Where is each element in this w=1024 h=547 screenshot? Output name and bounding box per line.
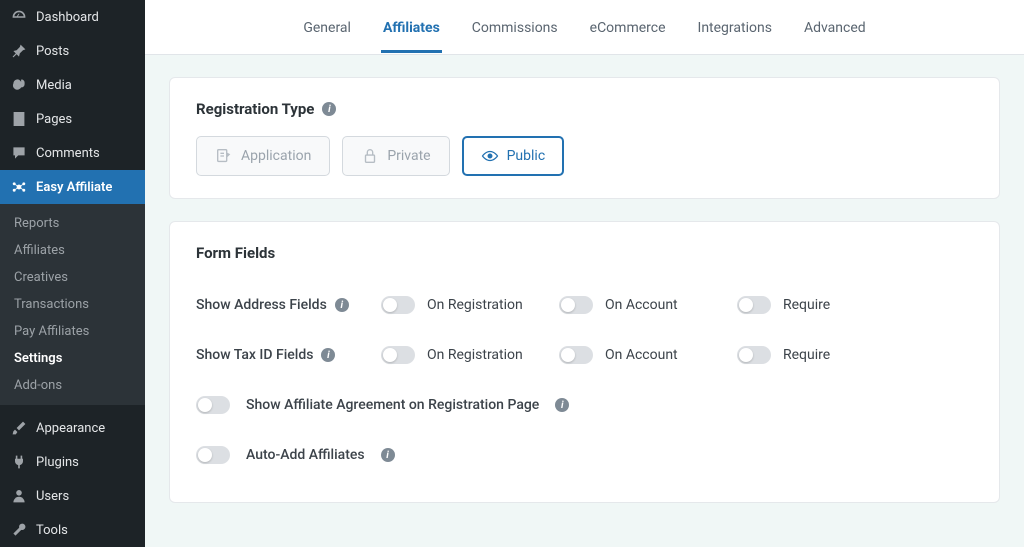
field-row: Auto-Add Affiliates i [196, 430, 973, 480]
sidebar-item-posts[interactable]: Posts [0, 34, 145, 68]
toggle-label: On Account [605, 297, 678, 313]
toggle-switch[interactable] [196, 446, 230, 464]
sidebar-subitem-reports[interactable]: Reports [0, 210, 145, 237]
toggle-switch[interactable] [196, 396, 230, 414]
panel-title: Registration Type [196, 100, 314, 118]
pin-icon [10, 42, 28, 60]
info-icon[interactable]: i [321, 348, 335, 362]
sidebar-item-pages[interactable]: Pages [0, 102, 145, 136]
sidebar-label: Dashboard [36, 10, 99, 25]
sidebar-item-appearance[interactable]: Appearance [0, 411, 145, 445]
plug-icon [10, 453, 28, 471]
sidebar-label: Users [36, 489, 69, 504]
toggle-group: On Account [559, 296, 709, 314]
lock-icon [361, 147, 379, 165]
toggle-switch[interactable] [381, 296, 415, 314]
tab-integrations[interactable]: Integrations [696, 2, 774, 53]
toggle-label: On Registration [427, 297, 523, 313]
toggle-group: On Registration [381, 296, 531, 314]
reg-option-private[interactable]: Private [342, 136, 449, 176]
toggle-label: On Account [605, 347, 678, 363]
sidebar-item-plugins[interactable]: Plugins [0, 445, 145, 479]
toggle-switch[interactable] [381, 346, 415, 364]
field-label: Show Affiliate Agreement on Registration… [246, 397, 539, 413]
sidebar-label: Pages [36, 112, 72, 127]
sidebar-item-media[interactable]: Media [0, 68, 145, 102]
toggle-switch[interactable] [737, 346, 771, 364]
sidebar-item-dashboard[interactable]: Dashboard [0, 0, 145, 34]
application-icon [215, 147, 233, 165]
reg-option-label: Application [241, 148, 311, 164]
tab-affiliates[interactable]: Affiliates [381, 2, 442, 53]
sidebar-subitem-creatives[interactable]: Creatives [0, 264, 145, 291]
sidebar-label: Easy Affiliate [36, 180, 112, 195]
sidebar-subitem-add-ons[interactable]: Add-ons [0, 372, 145, 399]
toggle-group: On Registration [381, 346, 531, 364]
sidebar-label: Media [36, 78, 72, 93]
reg-option-public[interactable]: Public [462, 136, 565, 176]
user-icon [10, 487, 28, 505]
sidebar-item-easy-affiliate[interactable]: Easy Affiliate [0, 170, 145, 204]
info-icon[interactable]: i [335, 298, 349, 312]
affiliate-icon [10, 178, 28, 196]
tab-general[interactable]: General [301, 2, 353, 53]
sidebar-submenu: ReportsAffiliatesCreativesTransactionsPa… [0, 204, 145, 405]
info-icon[interactable]: i [381, 448, 395, 462]
tab-commissions[interactable]: Commissions [470, 2, 560, 53]
toggle-group: On Account [559, 346, 709, 364]
tab-ecommerce[interactable]: eCommerce [588, 2, 668, 53]
field-row: Show Affiliate Agreement on Registration… [196, 380, 973, 430]
reg-option-label: Public [507, 148, 546, 164]
reg-option-label: Private [387, 148, 430, 164]
field-row: Show Tax ID Fields i On Registration On Acc… [196, 330, 973, 380]
sidebar-subitem-settings[interactable]: Settings [0, 345, 145, 372]
field-label: Show Address Fields [196, 297, 327, 313]
sidebar-item-tools[interactable]: Tools [0, 513, 145, 547]
eye-icon [481, 147, 499, 165]
media-icon [10, 76, 28, 94]
sidebar-subitem-affiliates[interactable]: Affiliates [0, 237, 145, 264]
dashboard-icon [10, 8, 28, 26]
field-label: Auto-Add Affiliates [246, 447, 365, 463]
toggle-switch[interactable] [737, 296, 771, 314]
sidebar-label: Appearance [36, 421, 105, 436]
toggle-switch[interactable] [559, 346, 593, 364]
settings-tabs-bar: General Affiliates Commissions eCommerce Int… [145, 0, 1024, 55]
toggle-switch[interactable] [559, 296, 593, 314]
registration-type-panel: Registration Type i Application Private Pu… [169, 77, 1000, 199]
toggle-label: Require [783, 347, 830, 363]
sidebar-label: Plugins [36, 455, 79, 470]
comment-icon [10, 144, 28, 162]
sidebar-label: Tools [36, 523, 68, 538]
form-fields-panel: Form Fields Show Address Fields i On Regis… [169, 221, 1000, 503]
sidebar-label: Posts [36, 44, 69, 59]
brush-icon [10, 419, 28, 437]
sidebar-label: Comments [36, 146, 100, 161]
toggle-group: Require [737, 346, 887, 364]
field-label: Show Tax ID Fields [196, 347, 313, 363]
info-icon[interactable]: i [555, 398, 569, 412]
reg-option-application[interactable]: Application [196, 136, 330, 176]
sidebar-subitem-pay-affiliates[interactable]: Pay Affiliates [0, 318, 145, 345]
tab-advanced[interactable]: Advanced [802, 2, 868, 53]
admin-sidebar: Dashboard Posts Media Pages Comments Easy Af… [0, 0, 145, 547]
sidebar-item-comments[interactable]: Comments [0, 136, 145, 170]
toggle-label: On Registration [427, 347, 523, 363]
panel-title: Form Fields [196, 244, 275, 262]
sidebar-item-users[interactable]: Users [0, 479, 145, 513]
toggle-label: Require [783, 297, 830, 313]
wrench-icon [10, 521, 28, 539]
info-icon[interactable]: i [322, 102, 336, 116]
sidebar-subitem-transactions[interactable]: Transactions [0, 291, 145, 318]
page-icon [10, 110, 28, 128]
field-row: Show Address Fields i On Registration On Ac… [196, 280, 973, 330]
toggle-group: Require [737, 296, 887, 314]
